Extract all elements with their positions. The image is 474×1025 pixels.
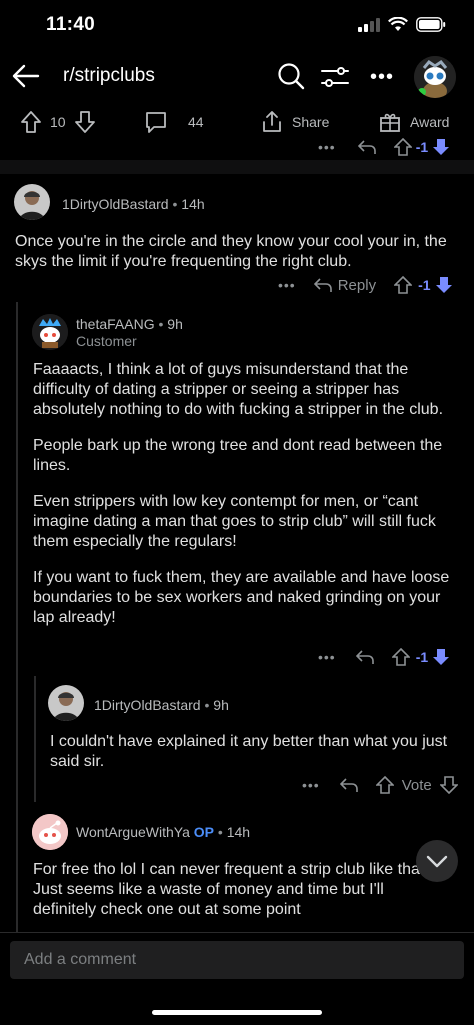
subreddit-title[interactable]: r/stripclubs — [63, 65, 155, 87]
more-icon[interactable]: ••• — [318, 649, 336, 665]
status-icons — [358, 17, 446, 32]
comment-meta: 1DirtyOldBastard • 9h — [94, 697, 229, 713]
search-button[interactable] — [276, 61, 306, 91]
author-avatar[interactable] — [32, 814, 68, 850]
add-comment-input[interactable]: Add a comment — [10, 941, 464, 979]
reply-arrow-icon[interactable] — [355, 649, 374, 665]
comment-age: 9h — [213, 697, 229, 713]
filter-sliders-icon — [321, 67, 349, 87]
comment-paragraph: I couldn't have explained it any better … — [50, 733, 448, 770]
comment-paragraph: Even strippers with low key contempt for… — [33, 493, 436, 550]
award-button[interactable]: Award — [378, 110, 449, 134]
comment-paragraph: For free tho lol I can never frequent a … — [33, 861, 429, 918]
author-avatar[interactable] — [14, 184, 50, 220]
user-flair: Customer — [76, 333, 137, 349]
nav-bar: r/stripclubs ••• — [0, 52, 474, 100]
comment-body: For free tho lol I can never frequent a … — [33, 860, 443, 936]
snoo-avatar-icon — [414, 56, 456, 98]
author-name[interactable]: thetaFAANG — [76, 316, 155, 332]
comment-composer-bar: Add a comment — [0, 932, 474, 1025]
upvote-arrow-icon[interactable] — [393, 138, 412, 156]
reply-arrow-icon[interactable] — [339, 777, 358, 793]
photo-avatar-icon — [14, 184, 50, 220]
comment-actions: ••• Reply -1 — [278, 276, 453, 294]
comment-count: 44 — [188, 114, 204, 130]
divider — [0, 932, 474, 933]
post-score: 10 — [50, 114, 66, 130]
home-indicator[interactable] — [152, 1010, 322, 1015]
comment-paragraph: If you want to fuck them, they are avail… — [33, 569, 450, 626]
user-avatar[interactable] — [414, 56, 456, 98]
comment-score: -1 — [415, 649, 429, 665]
comment-bubble-icon — [146, 112, 166, 133]
more-icon[interactable]: ••• — [318, 139, 336, 155]
downvote-filled-icon[interactable] — [432, 138, 450, 156]
status-bar: 11:40 — [0, 0, 474, 52]
share-icon — [263, 111, 281, 132]
more-options-button[interactable]: ••• — [370, 66, 394, 89]
op-badge: OP — [193, 824, 214, 840]
downvote-arrow-icon[interactable] — [74, 110, 96, 134]
more-icon[interactable]: ••• — [278, 277, 296, 293]
share-label: Share — [292, 114, 330, 130]
chevron-down-icon — [426, 855, 448, 868]
author-name[interactable]: WontArgueWithYa — [76, 824, 190, 840]
reply-label: Reply — [337, 276, 377, 294]
comment-actions: ••• -1 — [318, 648, 450, 666]
comment-meta: 1DirtyOldBastard • 14h — [62, 196, 205, 212]
comment-score: -1 — [418, 277, 431, 293]
battery-icon — [416, 17, 446, 32]
vote-label: Vote — [401, 776, 432, 794]
signal-icon — [358, 17, 380, 32]
upvote-arrow-icon[interactable] — [20, 110, 42, 134]
comment-paragraph: Faaaacts, I think a lot of guys misunder… — [33, 361, 444, 418]
upvote-arrow-icon[interactable] — [375, 776, 394, 794]
wifi-icon — [388, 17, 408, 31]
snoo-avatar-icon — [32, 314, 68, 350]
sort-filter-button[interactable] — [320, 63, 350, 91]
comment-paragraph: Once you're in the circle and they know … — [15, 233, 447, 270]
comment-actions: ••• Vote — [302, 776, 458, 794]
add-comment-placeholder: Add a comment — [24, 951, 137, 968]
upvote-arrow-icon[interactable] — [391, 648, 410, 666]
comment-body: Faaaacts, I think a lot of guys misunder… — [33, 360, 453, 644]
photo-avatar-icon — [48, 685, 84, 721]
comment-age: 9h — [167, 316, 183, 332]
post-vote-group: 10 — [20, 110, 96, 134]
comments-button[interactable]: 44 — [144, 110, 204, 134]
award-label: Award — [410, 114, 450, 130]
search-icon — [278, 63, 305, 90]
comment-paragraph: People bark up the wrong tree and dont r… — [33, 437, 443, 474]
downvote-filled-icon[interactable] — [435, 276, 453, 294]
comment-age: 14h — [226, 824, 251, 840]
author-avatar[interactable] — [48, 685, 84, 721]
prev-score: -1 — [415, 139, 429, 155]
snoo-avatar-icon — [32, 814, 68, 850]
more-icon[interactable]: ••• — [302, 777, 320, 793]
author-name[interactable]: 1DirtyOldBastard — [94, 697, 201, 713]
reply-arrow-icon[interactable] — [357, 139, 376, 155]
comment-item: thetaFAANG • 9h Customer Faaaacts, I thi… — [0, 306, 474, 666]
next-comment-button[interactable] — [416, 840, 458, 882]
author-avatar[interactable] — [32, 314, 68, 350]
comment-meta: thetaFAANG • 9h — [76, 316, 183, 332]
back-arrow-icon — [12, 64, 40, 88]
section-divider — [0, 160, 474, 174]
downvote-filled-icon[interactable] — [432, 648, 450, 666]
author-name[interactable]: 1DirtyOldBastard — [62, 196, 169, 212]
downvote-arrow-icon[interactable] — [439, 776, 458, 794]
upvote-arrow-icon[interactable] — [394, 276, 413, 294]
back-button[interactable] — [10, 60, 42, 92]
prev-comment-actions: ••• -1 — [318, 138, 450, 156]
comment-age: 14h — [181, 196, 205, 212]
share-button[interactable]: Share — [260, 110, 329, 134]
award-gift-icon — [380, 113, 400, 132]
reply-button[interactable]: Reply — [313, 276, 377, 294]
comment-item: WontArgueWithYa OP • 14h For free tho lo… — [0, 812, 474, 932]
comment-meta: WontArgueWithYa OP • 14h — [76, 824, 251, 840]
reply-arrow-icon — [313, 278, 332, 292]
status-time: 11:40 — [46, 14, 96, 35]
